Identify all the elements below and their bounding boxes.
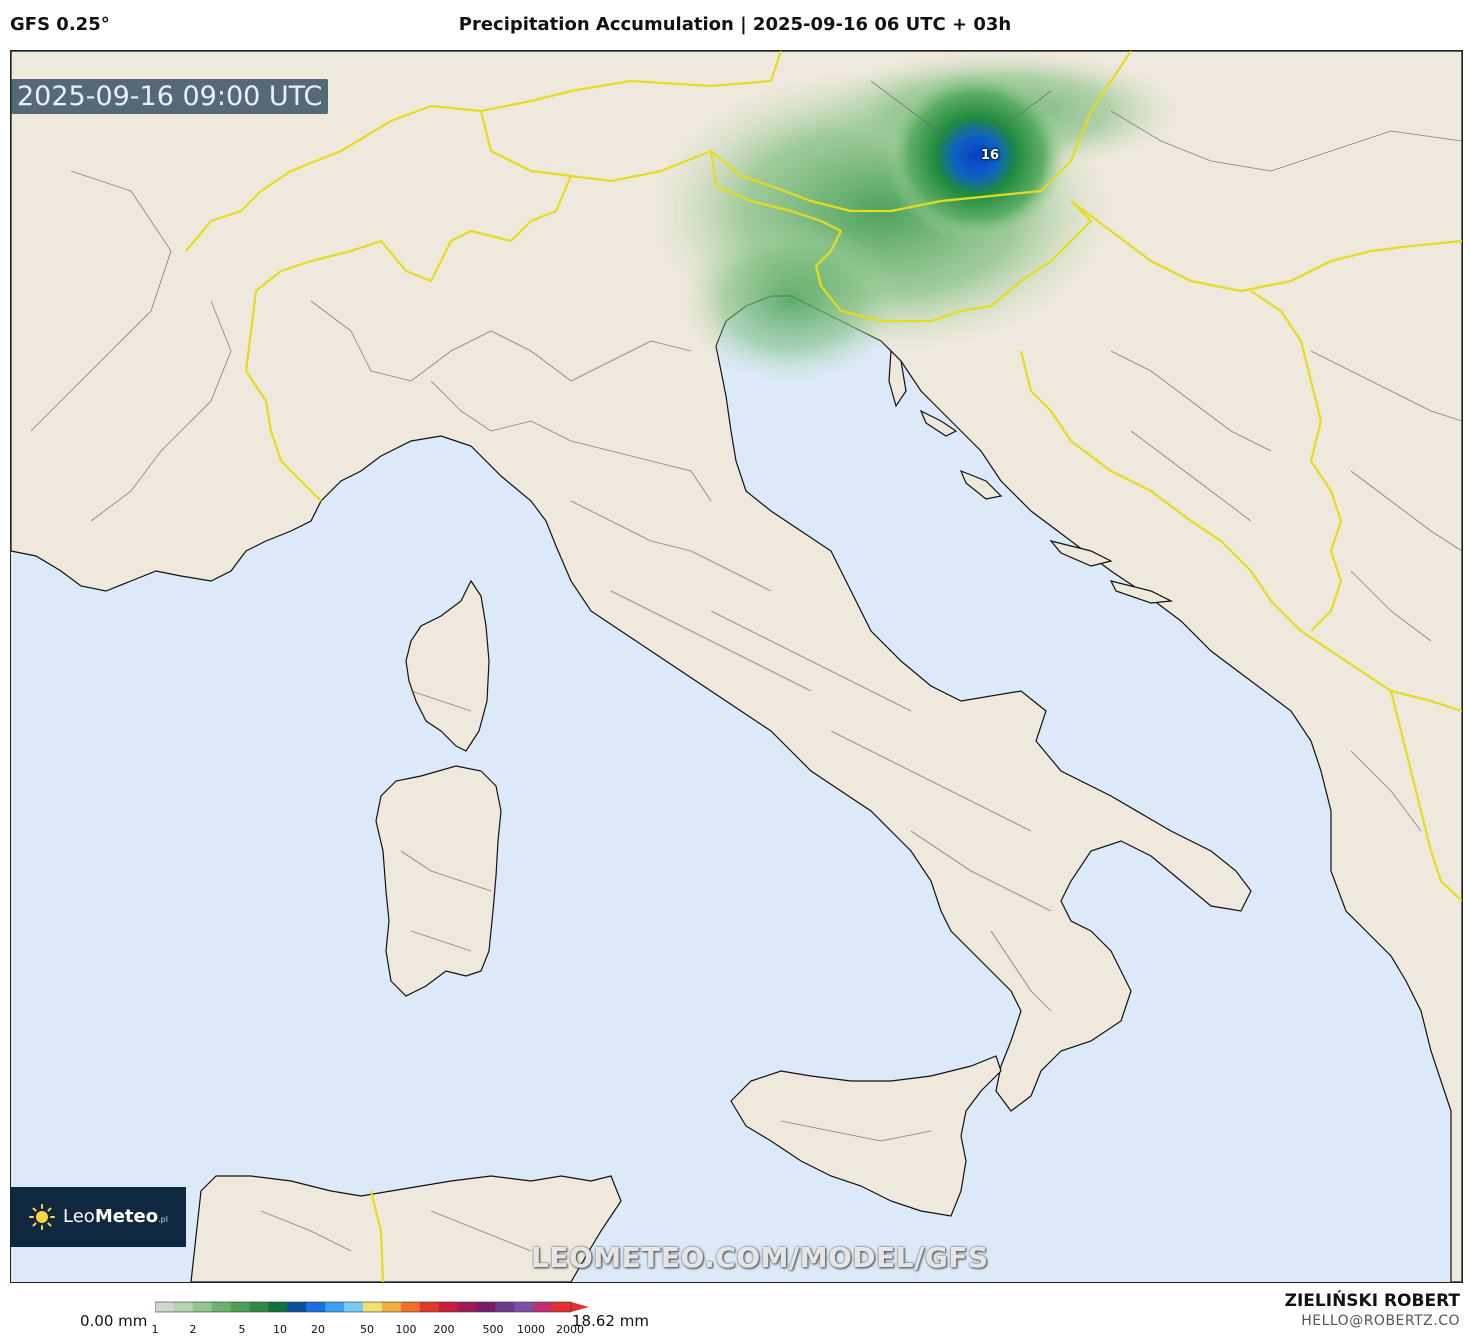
colorbar-tick-label: 5 [238,1323,246,1336]
colorbar-segment [306,1302,326,1312]
colorbar-ticks: 1 2 5 10 20 50 100 200 500 1000 2000 [151,1323,585,1337]
land-sardinia [375,765,502,997]
colorbar-tick-label: 2000 [556,1323,584,1336]
colorbar-tick-label: 50 [360,1323,374,1336]
colorbar-segment [363,1302,383,1312]
colorbar-segment [533,1302,553,1312]
colorbar-tick-label: 200 [433,1323,455,1336]
colorbar-segment [211,1302,232,1312]
colorbar-segment [268,1302,288,1312]
max-value-label: 16 [981,148,1000,163]
land-sicily [730,1055,1002,1217]
colorbar-tick-label: 500 [482,1323,504,1336]
colorbar-segment [230,1302,251,1312]
colorbar-tick-label: 10 [273,1323,287,1336]
watermark-url: LEOMETEO.COM/MODEL/GFS [531,1241,989,1274]
colorbar-tick-label: 20 [311,1323,325,1336]
colorbar-min-label: 0.00 mm [80,1312,148,1330]
colorbar-segment [476,1302,496,1312]
colorbar-segment [325,1302,345,1312]
author-credit: ZIELIŃSKI ROBERT [1284,1291,1460,1311]
colorbar-segment [344,1302,364,1312]
colorbar-scale [155,1301,589,1313]
logo-text: LeoMeteo.pl [63,1206,168,1227]
author-email: HELLO@ROBERTZ.CO [1301,1313,1460,1329]
colorbar-legend: 0.00 mm 18.62 mm 1 2 5 10 20 50 100 200 500 1000 2… [0,1285,1470,1338]
colorbar-segment [438,1302,459,1312]
land-corsica [405,579,490,752]
colorbar-segment [514,1302,534,1312]
colorbar-segment [419,1302,440,1312]
colorbar-segment [495,1302,515,1312]
colorbar-tick-label: 1 [151,1323,159,1336]
colorbar-tick-label: 2 [189,1323,197,1336]
colorbar-segment [173,1302,194,1312]
leometeo-logo: LeoMeteo.pl [11,1187,186,1247]
precip-field-core [886,71,1066,241]
chart-title: Precipitation Accumulation | 2025-09-16 … [458,14,1012,35]
colorbar-segment [400,1302,421,1312]
colorbar-segment [381,1302,402,1312]
colorbar-extend-arrow [571,1302,589,1312]
colorbar-tick-label: 100 [395,1323,417,1336]
valid-time-label: 2025-09-16 09:00 UTC [11,79,329,114]
colorbar-segment [155,1302,175,1312]
sun-icon [29,1204,55,1230]
map-canvas [11,51,1462,1282]
colorbar-segment [192,1302,213,1312]
colorbar-segment [552,1302,572,1312]
colorbar-tick-label: 1000 [517,1323,545,1336]
colorbar-segment [287,1302,307,1312]
map-frame: 2025-09-16 09:00 UTC 16 LEOMETEO.COM/MOD… [10,50,1463,1283]
colorbar-segment [457,1302,477,1312]
colorbar-segment [249,1302,269,1312]
